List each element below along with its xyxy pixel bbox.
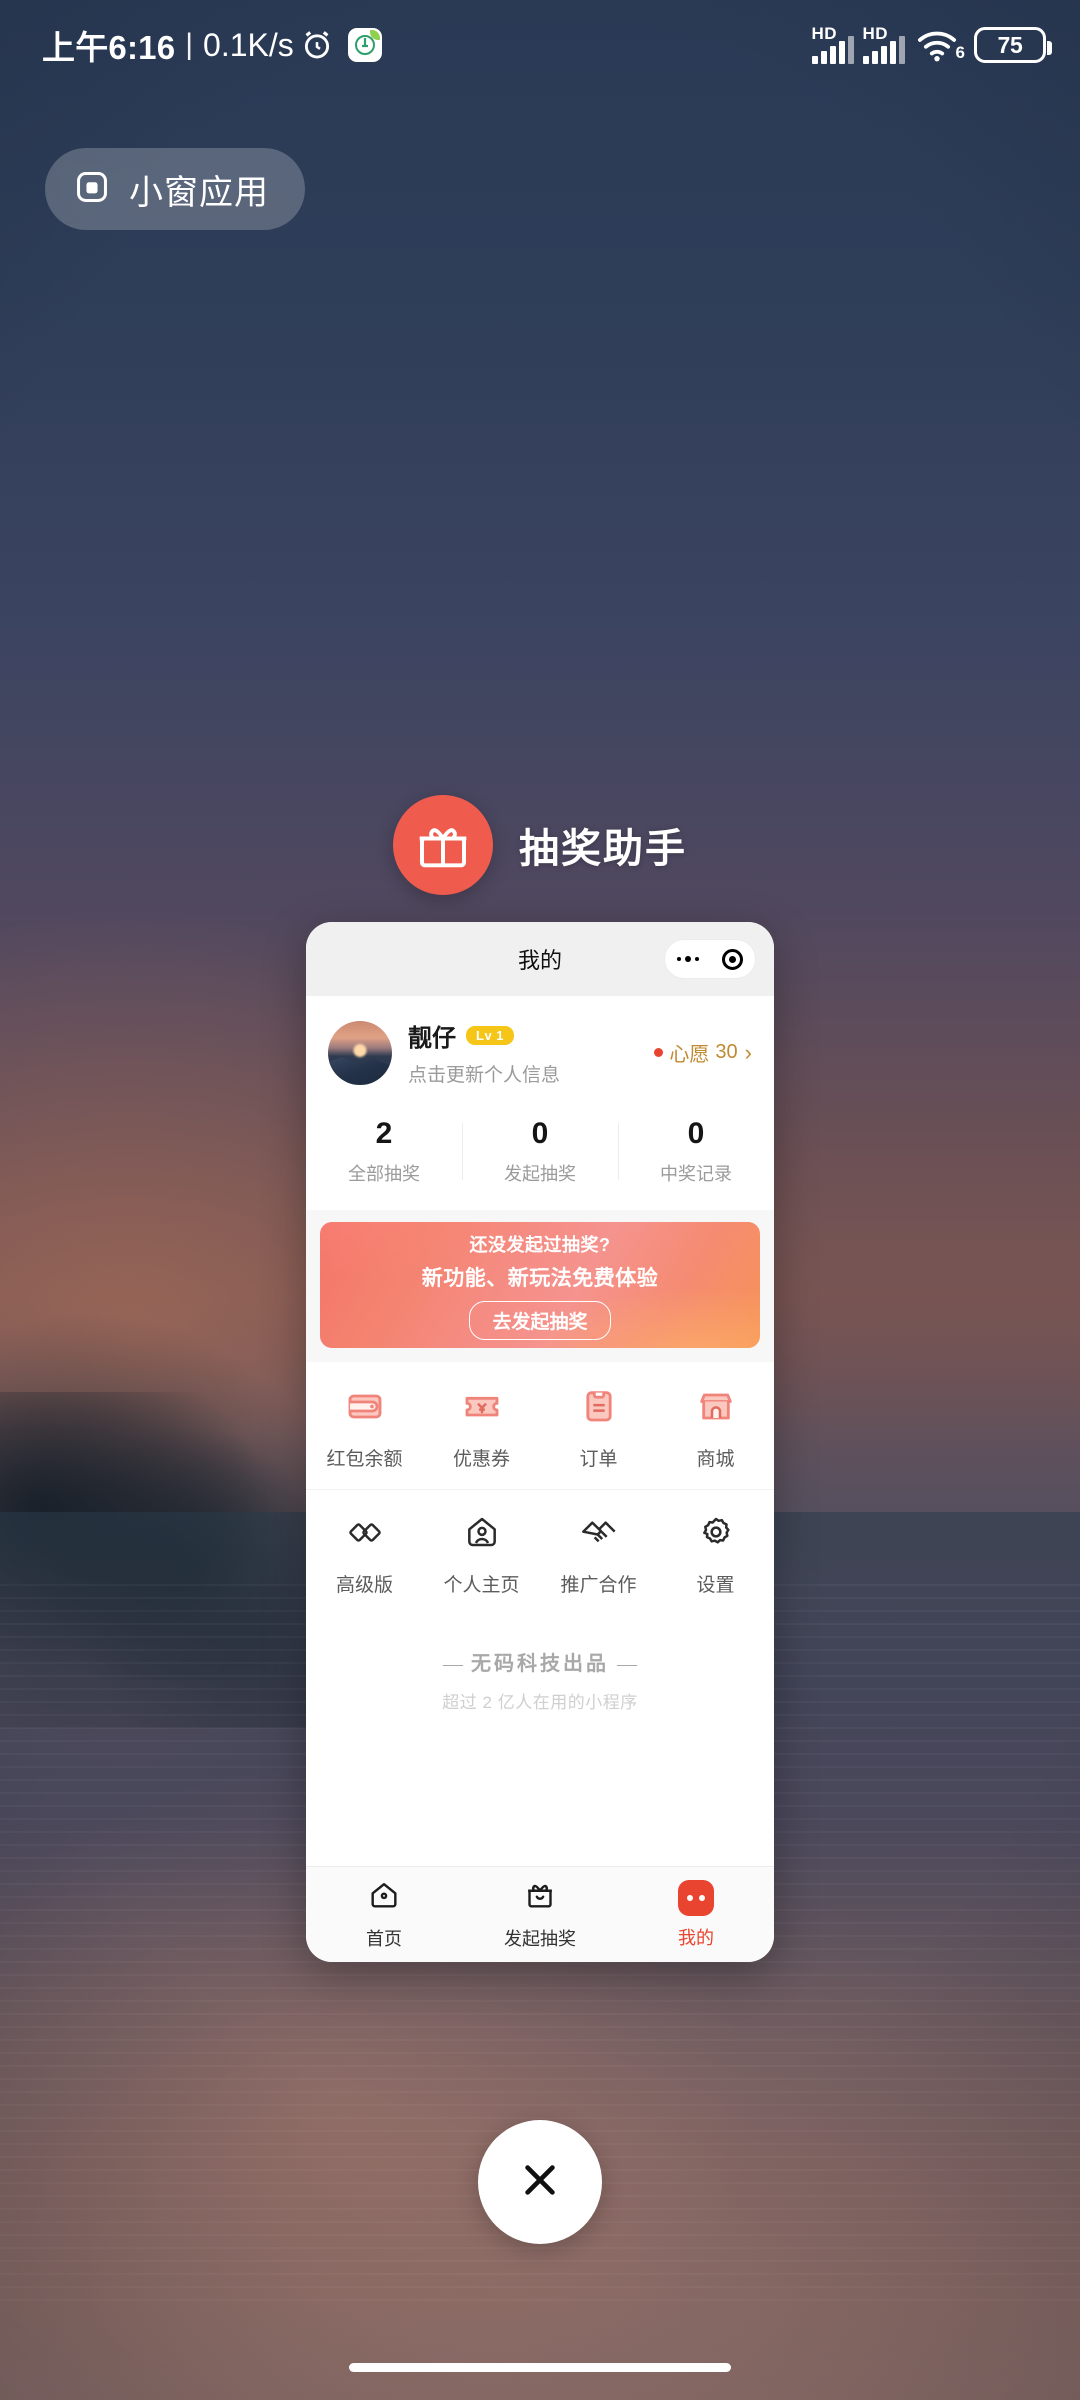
stat-item-win-records[interactable]: 0 中奖记录 xyxy=(618,1117,774,1186)
menu-item-settings[interactable]: 设置 xyxy=(657,1512,774,1597)
stat-item-all-lotteries[interactable]: 2 全部抽奖 xyxy=(306,1117,462,1186)
menu-item-promotion-cooperation[interactable]: 推广合作 xyxy=(540,1512,657,1597)
stat-value: 0 xyxy=(687,1117,705,1150)
menu-item-personal-homepage[interactable]: 个人主页 xyxy=(423,1512,540,1597)
menu-item-label: 个人主页 xyxy=(443,1575,520,1596)
mini-program-content: 靓仔 Lv 1 点击更新个人信息 心愿 30 › 2 全部抽奖 0 发起抽奖 0… xyxy=(306,996,774,1866)
stat-label: 全部抽奖 xyxy=(348,1164,420,1184)
stat-value: 0 xyxy=(531,1117,549,1150)
status-bar-right: HD HD 6 75 xyxy=(811,24,1052,64)
battery-icon: 75 xyxy=(974,27,1052,63)
brand-dash-right: — xyxy=(617,1653,637,1675)
small-window-app-pill[interactable]: 小窗应用 xyxy=(45,148,305,230)
more-dots-icon[interactable] xyxy=(676,956,699,962)
banner-line-2: 新功能、新玩法免费体验 xyxy=(421,1266,659,1290)
status-time: 上午6:16 xyxy=(42,29,176,66)
wish-label: 心愿 xyxy=(669,1044,710,1066)
menu-item-label: 商城 xyxy=(696,1449,735,1470)
home-indicator[interactable] xyxy=(349,2363,731,2372)
tab-label: 发起抽奖 xyxy=(504,1929,576,1949)
menu-item-label: 高级版 xyxy=(335,1575,393,1596)
wallet-icon xyxy=(345,1386,385,1431)
tab-home[interactable]: 首页 xyxy=(306,1878,462,1951)
menu-item-label: 优惠券 xyxy=(452,1449,510,1470)
menu-item-red-packet-balance[interactable]: 红包余额 xyxy=(306,1386,423,1471)
coupon-icon xyxy=(462,1386,502,1431)
small-window-icon xyxy=(73,168,111,211)
gift-box-icon xyxy=(523,1878,557,1917)
mini-program-capsule[interactable] xyxy=(664,939,756,979)
app-name: 抽奖助手 xyxy=(519,827,687,871)
close-x-icon xyxy=(513,2153,567,2212)
gear-icon xyxy=(696,1512,736,1557)
promo-banner[interactable]: 还没发起过抽奖? 新功能、新玩法免费体验 去发起抽奖 xyxy=(320,1222,760,1348)
wifi-generation-label: 6 xyxy=(955,43,965,62)
mini-program-navbar: 我的 xyxy=(306,922,774,996)
stat-value: 2 xyxy=(375,1117,393,1150)
status-bar-left: 上午6:16 | 0.1K/s xyxy=(42,21,382,69)
battery-level-label: 75 xyxy=(997,31,1023,58)
fitness-app-icon xyxy=(347,28,382,62)
menu-item-label: 推广合作 xyxy=(560,1575,637,1596)
avatar[interactable] xyxy=(328,1020,392,1085)
menu-item-coupon[interactable]: 优惠券 xyxy=(423,1386,540,1471)
stat-item-created-lotteries[interactable]: 0 发起抽奖 xyxy=(462,1117,618,1186)
signal-bars-sim2-icon: HD xyxy=(862,24,905,64)
profile-row[interactable]: 靓仔 Lv 1 点击更新个人信息 心愿 30 › xyxy=(306,996,774,1103)
profile-face-icon xyxy=(678,1879,714,1916)
shop-store-icon xyxy=(696,1386,736,1431)
mini-program-window[interactable]: 我的 靓仔 Lv 1 点击更新个人信息 心愿 30 › 2 全部抽奖 0 发起抽… xyxy=(306,922,774,1962)
status-bar: 上午6:16 | 0.1K/s HD HD 6 75 xyxy=(0,0,1080,90)
handshake-icon xyxy=(579,1512,619,1557)
floating-app-header: 抽奖助手 xyxy=(0,795,1080,895)
wish-entry[interactable]: 心愿 30 › xyxy=(654,1038,752,1067)
menu-grid-row-1: 红包余额 优惠券 订单 商城 xyxy=(306,1362,774,1489)
brand-title: 无码科技出品 xyxy=(471,1653,609,1675)
target-circle-icon[interactable] xyxy=(722,948,744,970)
wish-count: 30 xyxy=(715,1041,738,1063)
menu-item-label: 红包余额 xyxy=(326,1449,403,1470)
small-window-pill-label: 小窗应用 xyxy=(129,173,269,212)
wish-dot-icon xyxy=(654,1048,664,1057)
menu-grid-row-2: 高级版 个人主页 推广合作 设置 xyxy=(306,1489,774,1619)
brand-title-line: — 无码科技出品 — xyxy=(306,1647,774,1676)
alarm-clock-icon xyxy=(300,28,334,62)
home-icon xyxy=(367,1878,401,1917)
stat-label: 发起抽奖 xyxy=(504,1164,576,1184)
menu-item-label: 订单 xyxy=(579,1449,618,1470)
person-home-icon xyxy=(462,1512,502,1557)
brand-footer: — 无码科技出品 — 超过 2 亿人在用的小程序 xyxy=(306,1619,774,1866)
mini-program-tabbar: 首页 发起抽奖 我的 xyxy=(306,1866,774,1962)
menu-item-label: 设置 xyxy=(696,1575,735,1596)
stats-row: 2 全部抽奖 0 发起抽奖 0 中奖记录 xyxy=(306,1103,774,1210)
brand-subtitle: 超过 2 亿人在用的小程序 xyxy=(442,1693,638,1712)
hd-label-sim1: HD xyxy=(811,24,838,43)
chevron-right-icon: › xyxy=(744,1039,752,1065)
profile-subtitle: 点击更新个人信息 xyxy=(408,1065,561,1086)
profile-name: 靓仔 xyxy=(408,1025,456,1052)
hd-label-sim2: HD xyxy=(862,24,889,43)
status-separator: | xyxy=(185,28,194,61)
signal-bars-sim1-icon: HD xyxy=(811,24,854,64)
level-badge: Lv 1 xyxy=(466,1026,515,1045)
menu-item-premium[interactable]: 高级版 xyxy=(306,1512,423,1597)
order-clipboard-icon xyxy=(579,1386,619,1431)
tab-label: 首页 xyxy=(366,1929,402,1949)
profile-name-line: 靓仔 Lv 1 xyxy=(408,1018,654,1053)
banner-line-1: 还没发起过抽奖? xyxy=(469,1234,611,1255)
tab-label: 我的 xyxy=(678,1927,714,1948)
wifi-icon: 6 xyxy=(914,27,965,63)
menu-item-mall[interactable]: 商城 xyxy=(657,1386,774,1471)
brand-dash-left: — xyxy=(443,1653,463,1675)
network-speed: 0.1K/s xyxy=(203,26,294,63)
menu-item-orders[interactable]: 订单 xyxy=(540,1386,657,1471)
profile-info: 靓仔 Lv 1 点击更新个人信息 xyxy=(408,1018,654,1087)
gift-icon xyxy=(393,795,493,895)
stat-label: 中奖记录 xyxy=(660,1164,732,1184)
tab-create-lottery[interactable]: 发起抽奖 xyxy=(462,1878,618,1951)
tab-profile[interactable]: 我的 xyxy=(618,1879,774,1950)
close-button[interactable] xyxy=(478,2120,602,2244)
diamonds-icon xyxy=(345,1512,385,1557)
banner-cta-button[interactable]: 去发起抽奖 xyxy=(469,1300,611,1340)
